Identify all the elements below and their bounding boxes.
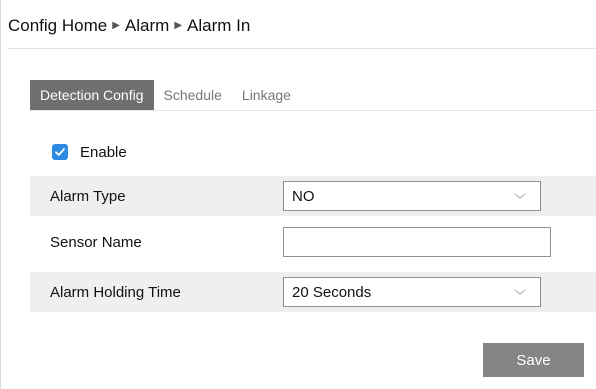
alarm-holding-time-row: Alarm Holding Time 20 Seconds <box>30 272 596 312</box>
breadcrumb: Config Home ▶ Alarm ▶ Alarm In <box>8 14 250 38</box>
alarm-type-value: NO <box>292 187 315 205</box>
chevron-down-icon <box>514 289 526 295</box>
enable-checkbox[interactable] <box>52 144 68 160</box>
breadcrumb-item-alarm[interactable]: Alarm <box>125 16 169 36</box>
sensor-name-input[interactable] <box>283 227 551 257</box>
alarm-type-label: Alarm Type <box>50 187 126 205</box>
breadcrumb-item-config-home[interactable]: Config Home <box>8 16 107 36</box>
chevron-down-icon <box>514 193 526 199</box>
alarm-holding-time-select[interactable]: 20 Seconds <box>283 277 541 307</box>
sensor-name-row: Sensor Name <box>30 222 596 262</box>
tab-detection-config[interactable]: Detection Config <box>30 80 154 110</box>
save-button[interactable]: Save <box>483 343 584 377</box>
tab-schedule[interactable]: Schedule <box>154 80 232 110</box>
alarm-type-select[interactable]: NO <box>283 181 541 211</box>
enable-label: Enable <box>80 143 127 161</box>
tab-bar: Detection Config Schedule Linkage <box>30 80 301 110</box>
tab-linkage[interactable]: Linkage <box>232 80 301 110</box>
tab-divider <box>30 110 596 111</box>
triangle-right-icon: ▶ <box>174 19 183 31</box>
sensor-name-label: Sensor Name <box>50 233 142 251</box>
enable-row: Enable <box>52 142 127 162</box>
breadcrumb-item-alarm-in: Alarm In <box>187 16 251 35</box>
checkmark-icon <box>55 148 65 156</box>
alarm-type-row: Alarm Type NO <box>30 176 596 216</box>
breadcrumb-divider <box>8 48 596 49</box>
alarm-holding-time-label: Alarm Holding Time <box>50 283 181 301</box>
alarm-holding-time-value: 20 Seconds <box>292 283 372 301</box>
triangle-right-icon: ▶ <box>112 19 120 31</box>
